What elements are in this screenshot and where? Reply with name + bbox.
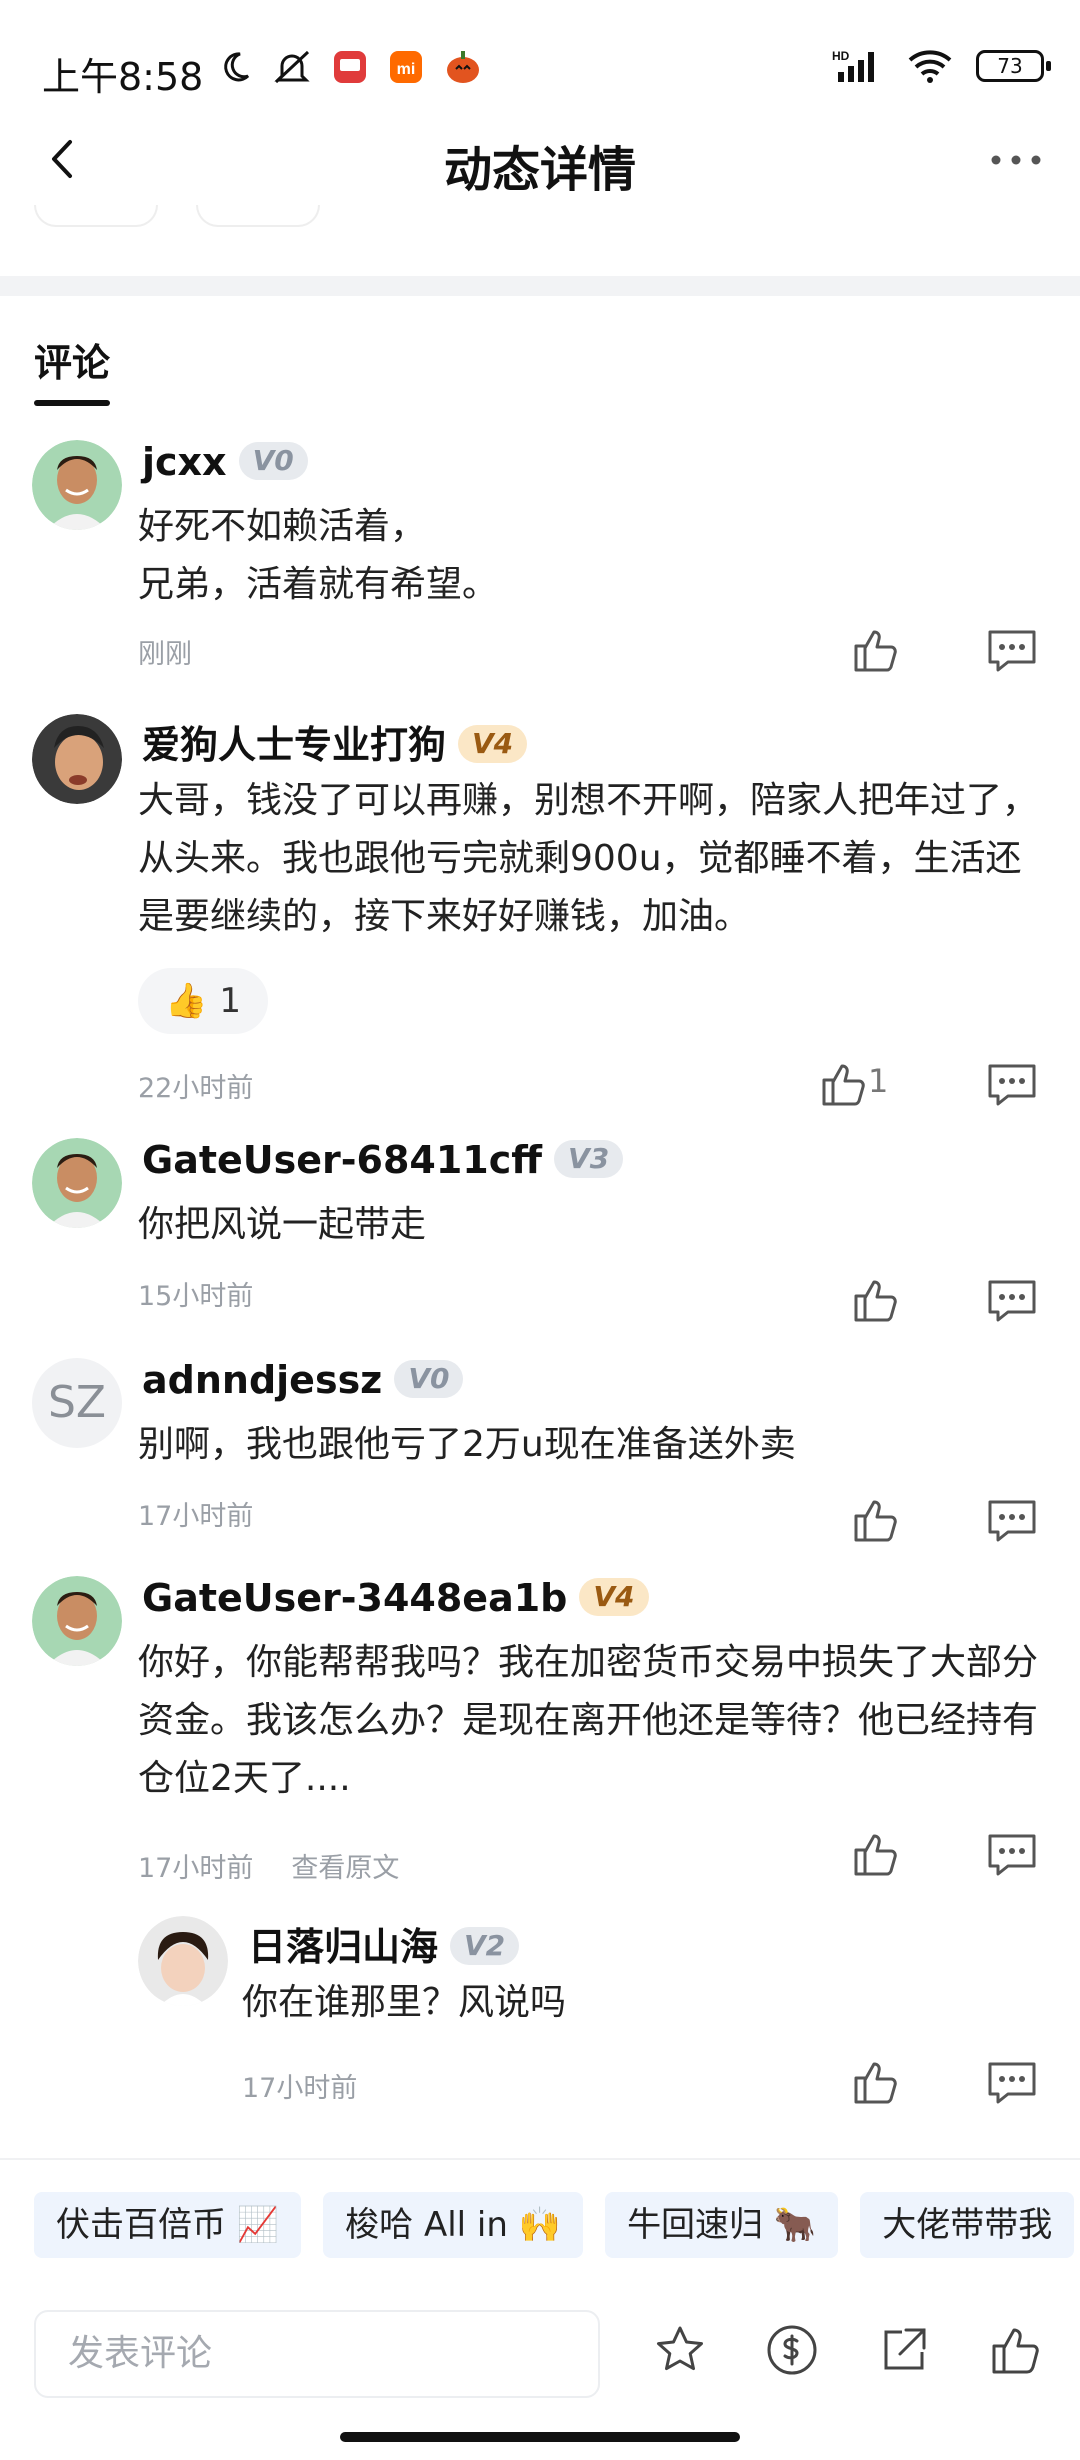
mi-icon: mi	[390, 51, 422, 83]
bottom-actions	[652, 2322, 1044, 2378]
comment-item: 爱狗人士专业打狗 V4 大哥，钱没了可以再赚，别想不开啊，陪家人把年过了，从头来。…	[0, 714, 1080, 1114]
status-time: 上午8:58	[42, 55, 204, 99]
comment-text: 别啊，我也跟他亏了2万u现在准备送外卖	[138, 1424, 796, 1465]
partial-chip	[34, 205, 158, 227]
avatar[interactable]	[32, 714, 122, 804]
comment-meta: 17小时前 查看原文	[138, 1846, 399, 1885]
reaction-count: 1	[219, 981, 241, 1021]
avatar[interactable]	[138, 1916, 228, 2006]
quick-reply-chip[interactable]: 牛回速归 🐂	[605, 2192, 839, 2258]
reaction-chip[interactable]: 👍 1	[138, 968, 268, 1034]
like-icon[interactable]	[850, 1828, 902, 1880]
comment-item: jcxx V0 好死不如赖活着， 兄弟，活着就有希望。 刚刚	[0, 440, 1080, 690]
moon-icon	[224, 52, 250, 82]
like-icon[interactable]	[988, 2322, 1044, 2378]
quick-reply-chip[interactable]: 梭哈 All in 🙌	[323, 2192, 584, 2258]
mute-icon	[274, 50, 310, 84]
comment-text: 你在谁那里？风说吗	[242, 1982, 567, 2023]
user-name-text: jcxx	[142, 440, 227, 484]
user-name[interactable]: 爱狗人士专业打狗 V4	[142, 714, 528, 769]
comment-input[interactable]: 发表评论	[34, 2310, 600, 2398]
user-name[interactable]: 日落归山海 V2	[248, 1916, 520, 1971]
comment-time: 17小时前	[138, 1853, 254, 1884]
comment-time: 17小时前	[138, 1501, 254, 1532]
user-name-text: 爱狗人士专业打狗	[142, 723, 447, 767]
like-count: 1	[868, 1062, 889, 1100]
reply-icon[interactable]	[984, 2056, 1040, 2108]
nav-bar: 动态详情	[0, 110, 1080, 210]
quick-reply-chip[interactable]: 大佬带带我	[860, 2192, 1075, 2258]
avatar[interactable]	[32, 440, 122, 530]
level-badge: V0	[394, 1359, 464, 1398]
quick-reply-chip[interactable]: 伏击百倍币 📈	[34, 2192, 302, 2258]
reply-icon[interactable]	[984, 1494, 1040, 1546]
level-badge: V3	[554, 1139, 624, 1178]
comment-text: 你好，你能帮帮我吗？我在加密货币交易中损失了大部分资金。我该怎么办？是现在离开他…	[138, 1642, 1039, 1799]
bottom-separator	[0, 2158, 1080, 2160]
comment-text: 你把风说一起带走	[138, 1204, 427, 1245]
reply-icon[interactable]	[984, 1058, 1040, 1110]
like-icon[interactable]	[818, 1058, 870, 1110]
like-icon[interactable]	[850, 1494, 902, 1546]
like-icon[interactable]	[850, 624, 902, 676]
status-icons-right: HD 73	[832, 48, 1051, 84]
level-badge: V0	[238, 441, 308, 480]
comment-time: 15小时前	[138, 1281, 254, 1312]
user-name-text: adnndjessz	[142, 1358, 383, 1402]
avatar[interactable]	[32, 1576, 122, 1666]
tip-coin-icon[interactable]	[764, 2322, 820, 2378]
reply-icon[interactable]	[984, 1274, 1040, 1326]
signal-icon: HD	[832, 49, 874, 82]
status-icons-left: mi	[218, 48, 482, 86]
quick-reply-bar: 伏击百倍币 📈 梭哈 All in 🙌 牛回速归 🐂 大佬带带我	[34, 2192, 1080, 2262]
user-name-text: 日落归山海	[248, 1925, 439, 1969]
more-dots-icon[interactable]	[988, 140, 1044, 180]
reply-item: 日落归山海 V2 你在谁那里？风说吗 17小时前	[0, 1916, 1080, 2136]
like-icon[interactable]	[850, 2056, 902, 2108]
star-icon[interactable]	[652, 2322, 708, 2378]
user-name[interactable]: GateUser-68411cff V3	[142, 1138, 624, 1182]
app-icon	[334, 51, 366, 83]
section-divider	[0, 276, 1080, 296]
comment-item: GateUser-3448ea1b V4 你好，你能帮帮我吗？我在加密货币交易中损…	[0, 1576, 1080, 1896]
level-badge: V2	[450, 1926, 520, 1965]
reply-icon[interactable]	[984, 1828, 1040, 1880]
home-indicator	[340, 2432, 740, 2442]
comment-item: SZ adnndjessz V0 别啊，我也跟他亏了2万u现在准备送外卖 17小时…	[0, 1358, 1080, 1558]
user-name[interactable]: jcxx V0	[142, 440, 308, 484]
pumpkin-icon	[447, 51, 479, 83]
comment-text: 大哥，钱没了可以再赚，别想不开啊，陪家人把年过了，从头来。我也跟他亏完就剩900…	[138, 780, 1039, 937]
wifi-icon	[908, 50, 952, 83]
comment-time: 22小时前	[138, 1073, 254, 1104]
reply-icon[interactable]	[984, 624, 1040, 676]
comment-item: GateUser-68411cff V3 你把风说一起带走 15小时前	[0, 1138, 1080, 1338]
level-badge: V4	[458, 724, 528, 763]
avatar[interactable]	[32, 1138, 122, 1228]
thumbs-up-emoji: 👍	[165, 981, 208, 1021]
svg-text:HD: HD	[832, 49, 850, 63]
level-badge: V4	[579, 1577, 649, 1616]
comment-time: 17小时前	[242, 2073, 358, 2104]
view-original-link[interactable]: 查看原文	[291, 1853, 399, 1884]
tab-comments[interactable]: 评论	[34, 332, 110, 387]
partial-chips	[34, 205, 320, 227]
partial-chip	[196, 205, 320, 227]
page-title: 动态详情	[443, 142, 636, 198]
user-name[interactable]: GateUser-3448ea1b V4	[142, 1576, 649, 1620]
like-icon[interactable]	[850, 1274, 902, 1326]
share-icon[interactable]	[876, 2322, 932, 2378]
battery-icon: 73	[976, 50, 1051, 82]
tab-underline	[34, 400, 110, 406]
user-name-text: GateUser-68411cff	[142, 1138, 543, 1182]
user-name[interactable]: adnndjessz V0	[142, 1358, 464, 1402]
svg-text:mi: mi	[397, 61, 416, 78]
comment-text: 好死不如赖活着， 兄弟，活着就有希望。	[138, 506, 499, 605]
avatar[interactable]: SZ	[32, 1358, 122, 1448]
user-name-text: GateUser-3448ea1b	[142, 1576, 568, 1620]
comment-time: 刚刚	[138, 639, 192, 670]
